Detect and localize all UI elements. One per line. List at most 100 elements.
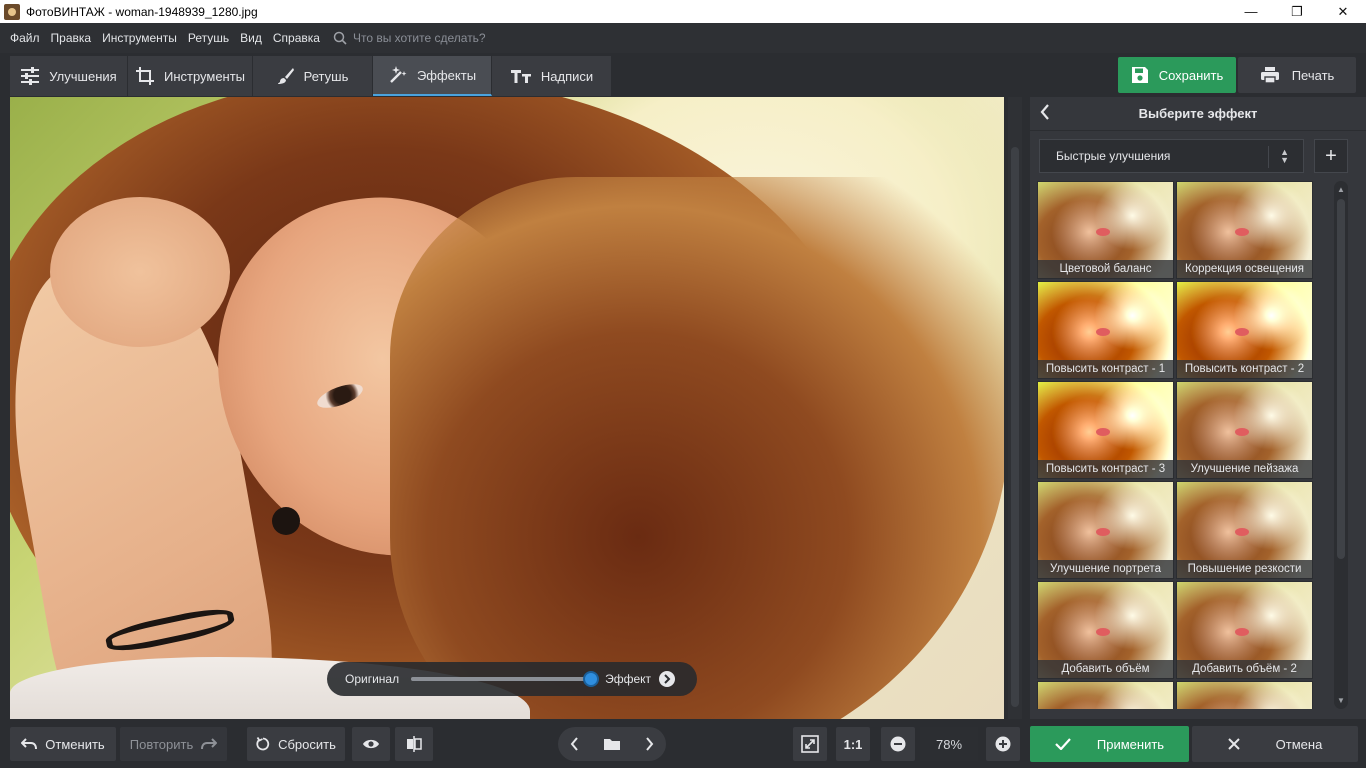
effect-card[interactable]: Коррекция освещения	[1176, 181, 1313, 279]
effect-thumbnail-lips	[1235, 528, 1249, 536]
effect-label: Повысить контраст - 2	[1177, 360, 1312, 378]
compare-track[interactable]	[411, 671, 600, 687]
print-label: Печать	[1291, 67, 1335, 83]
effect-label: Улучшение портрета	[1038, 560, 1173, 578]
cancel-button[interactable]: Отмена	[1192, 726, 1358, 762]
updown-arrows-icon: ▲ ▼	[1280, 147, 1289, 165]
effect-card[interactable]: Повысить контраст - 3	[1037, 381, 1174, 479]
effect-label: Повысить контраст - 1	[1038, 360, 1173, 378]
effect-card[interactable]: Повысить контраст - 2	[1176, 281, 1313, 379]
reset-label: Сбросить	[278, 736, 336, 752]
menu-tools[interactable]: Инструменты	[102, 31, 177, 45]
canvas-scrollbar-thumb[interactable]	[1011, 147, 1019, 707]
tab-enhancements[interactable]: Улучшения	[10, 56, 128, 96]
menu-retouch[interactable]: Ретушь	[188, 31, 229, 45]
floppy-disk-icon	[1131, 66, 1149, 84]
dropdown-divider	[1268, 146, 1269, 168]
canvas-scrollbar[interactable]	[1008, 97, 1022, 719]
menu-file[interactable]: Файл	[10, 31, 40, 45]
effect-card[interactable]: Повышение резкости	[1176, 481, 1313, 579]
zoom-out-button[interactable]	[881, 727, 915, 761]
effect-thumbnail	[1177, 682, 1312, 709]
search-input[interactable]	[352, 31, 533, 45]
photo-hair-front	[390, 177, 1004, 719]
category-value: Быстрые улучшения	[1056, 149, 1171, 163]
compare-thumb[interactable]	[583, 671, 600, 687]
tab-label: Ретушь	[303, 68, 349, 84]
panel-scrollbar-thumb[interactable]	[1337, 199, 1345, 559]
tab-captions[interactable]: Надписи	[492, 56, 612, 96]
original-label: Оригинал	[345, 672, 400, 686]
printer-icon	[1260, 66, 1280, 84]
close-icon	[1227, 738, 1240, 750]
tab-label: Эффекты	[416, 67, 477, 83]
check-icon	[1055, 738, 1071, 750]
effect-card[interactable]	[1176, 681, 1313, 709]
title-bar: ФотоВИНТАЖ - woman-1948939_1280.jpg — ❐ …	[0, 0, 1366, 23]
effect-thumbnail-lips	[1096, 528, 1110, 536]
search-icon[interactable]	[333, 31, 347, 45]
photo-earring	[272, 507, 300, 535]
app-logo-icon	[4, 3, 20, 20]
effect-card[interactable]: Улучшение пейзажа	[1176, 381, 1313, 479]
effect-thumbnail-lips	[1096, 628, 1110, 636]
effect-label: Эффект	[605, 672, 652, 686]
sliders-icon	[20, 67, 40, 85]
chevron-left-icon[interactable]	[1040, 104, 1050, 120]
tab-retouch[interactable]: Ретушь	[253, 56, 373, 96]
preview-button[interactable]	[352, 727, 390, 761]
plus-icon: +	[1325, 144, 1337, 167]
effect-card[interactable]: Добавить объём	[1037, 581, 1174, 679]
save-button[interactable]: Сохранить	[1118, 57, 1236, 93]
undo-button[interactable]: Отменить	[10, 727, 116, 761]
panel-title: Выберите эффект	[1138, 106, 1258, 121]
close-window-button[interactable]: ✕	[1320, 0, 1366, 23]
folder-icon[interactable]	[603, 737, 621, 751]
category-select[interactable]: Быстрые улучшения ▲ ▼	[1039, 139, 1304, 173]
reset-icon	[256, 737, 270, 751]
effect-card[interactable]	[1037, 681, 1174, 709]
compare-fill	[411, 677, 592, 681]
tab-label: Улучшения	[49, 68, 117, 84]
file-navigation	[558, 727, 666, 761]
photo-hand	[50, 197, 230, 347]
maximize-button[interactable]: ❐	[1274, 0, 1320, 23]
redo-button[interactable]: Повторить	[120, 727, 227, 761]
scroll-down-icon[interactable]: ▼	[1337, 696, 1345, 705]
prev-image-icon[interactable]	[570, 737, 580, 751]
window-title: ФотоВИНТАЖ - woman-1948939_1280.jpg	[26, 4, 258, 19]
chevron-right-icon[interactable]	[659, 671, 676, 687]
effect-thumbnail-lips	[1235, 628, 1249, 636]
effect-label: Цветовой баланс	[1038, 260, 1173, 278]
effect-label: Улучшение пейзажа	[1177, 460, 1312, 478]
effect-card[interactable]: Повысить контраст - 1	[1037, 281, 1174, 379]
minimize-button[interactable]: —	[1228, 0, 1274, 23]
actual-size-button[interactable]: 1:1	[836, 727, 870, 761]
scroll-up-icon[interactable]: ▲	[1337, 185, 1345, 194]
menu-bar: Файл Правка Инструменты Ретушь Вид Справ…	[0, 23, 1366, 53]
effect-thumbnail-lips	[1235, 428, 1249, 436]
effect-card[interactable]: Добавить объём - 2	[1176, 581, 1313, 679]
next-image-icon[interactable]	[644, 737, 654, 751]
menu-view[interactable]: Вид	[240, 31, 262, 45]
reset-button[interactable]: Сбросить	[247, 727, 345, 761]
fit-screen-button[interactable]	[793, 727, 827, 761]
search-box	[333, 31, 533, 45]
panel-scrollbar[interactable]: ▲ ▼	[1334, 181, 1348, 709]
compare-view-button[interactable]	[395, 727, 433, 761]
effect-card[interactable]: Цветовой баланс	[1037, 181, 1174, 279]
effect-card[interactable]: Улучшение портрета	[1037, 481, 1174, 579]
photo-canvas[interactable]	[10, 97, 1004, 719]
tab-effects[interactable]: Эффекты	[373, 56, 492, 96]
menu-help[interactable]: Справка	[273, 31, 320, 45]
effect-thumbnail-lips	[1096, 428, 1110, 436]
apply-button[interactable]: Применить	[1030, 726, 1189, 762]
zoom-in-button[interactable]	[986, 727, 1020, 761]
eye-icon	[362, 738, 380, 750]
menu-edit[interactable]: Правка	[51, 31, 92, 45]
zoom-level[interactable]: 78%	[920, 727, 978, 761]
add-effect-button[interactable]: +	[1314, 139, 1348, 173]
effect-thumbnail-lips	[1096, 228, 1110, 236]
print-button[interactable]: Печать	[1238, 57, 1356, 93]
tab-tools[interactable]: Инструменты	[128, 56, 253, 96]
